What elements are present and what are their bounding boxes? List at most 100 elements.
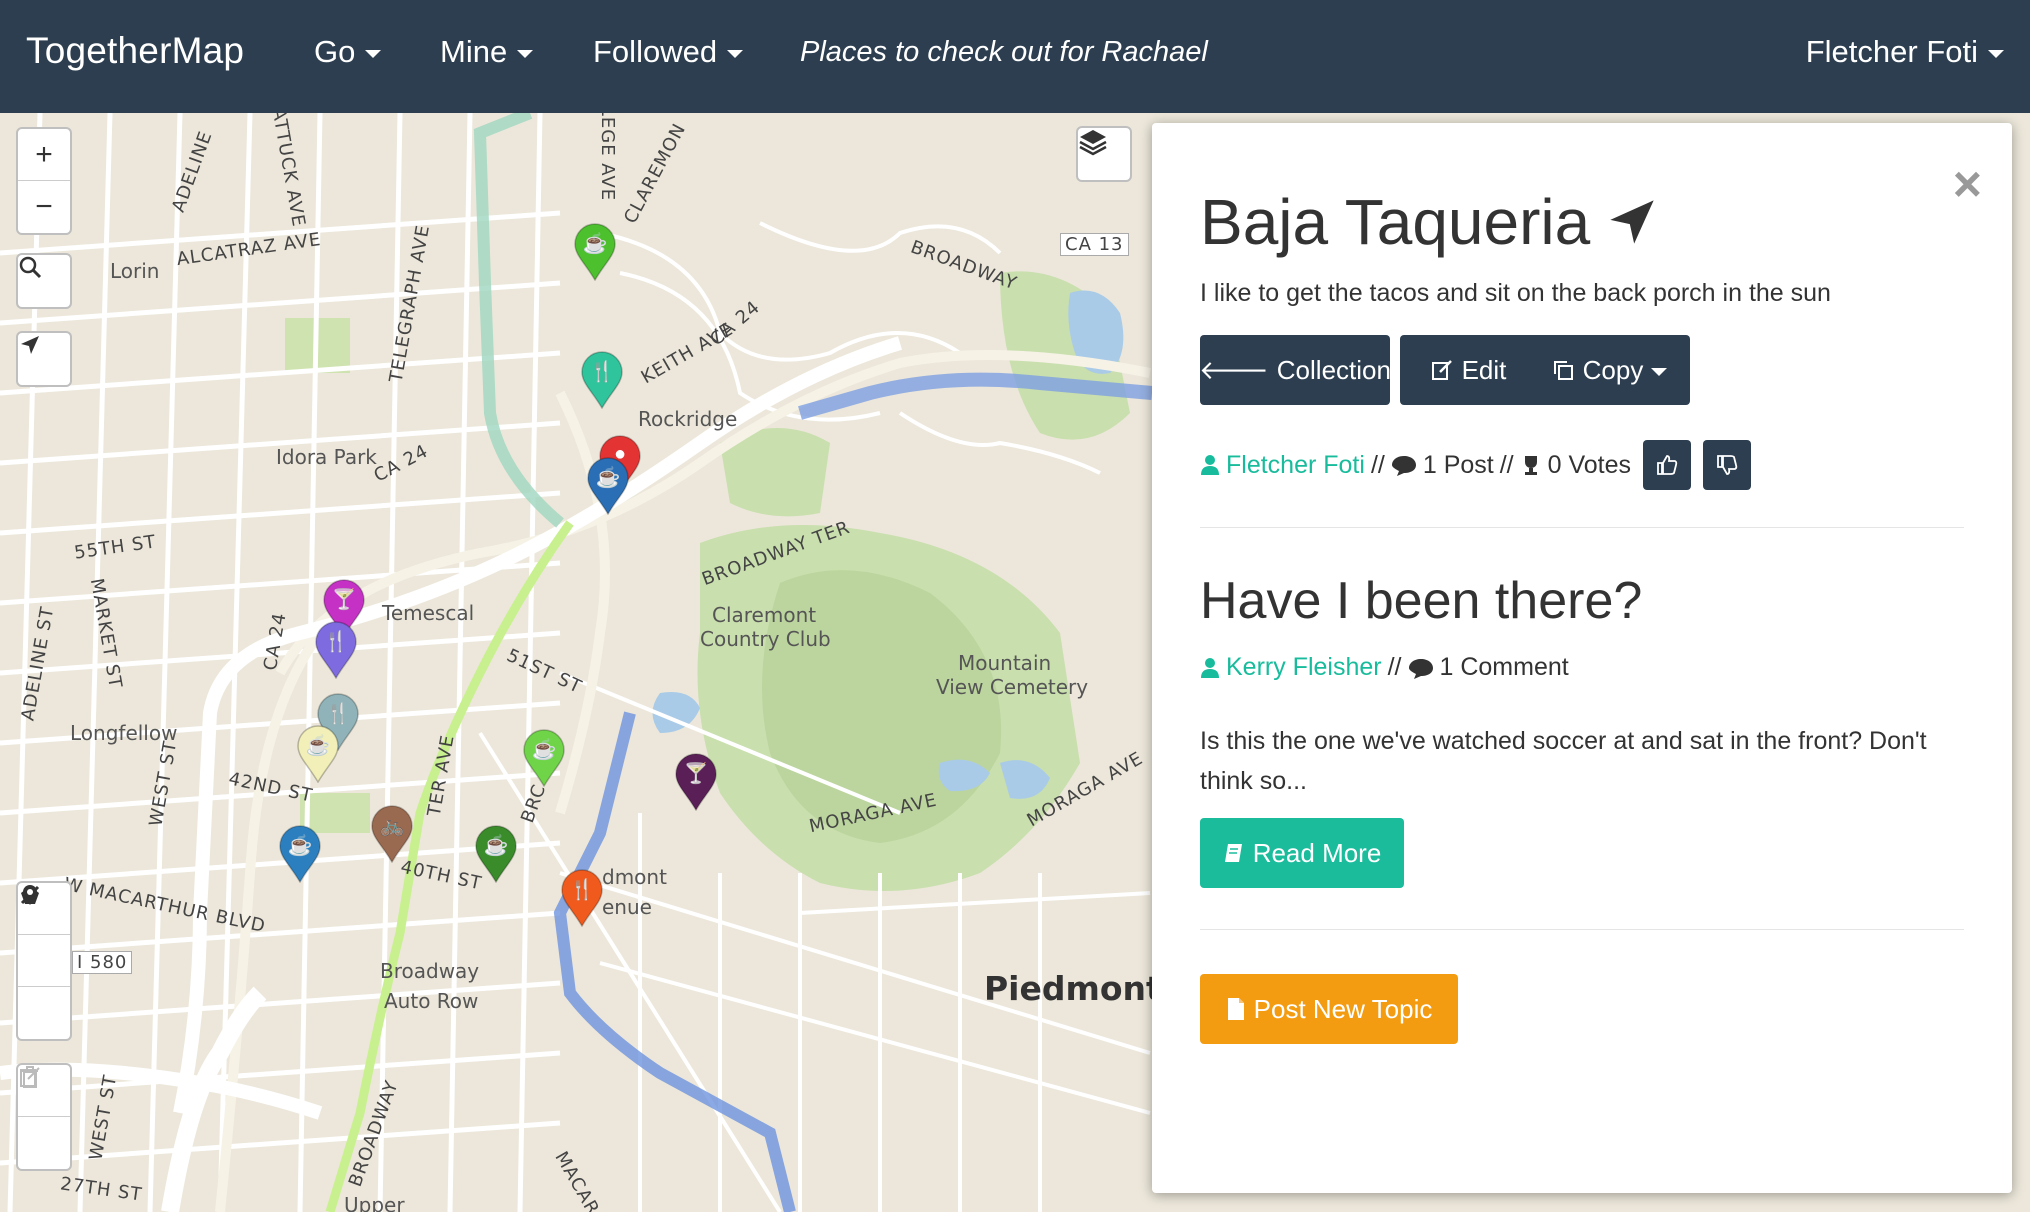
votes-count: 0 Votes: [1547, 450, 1632, 479]
search-button[interactable]: [18, 255, 70, 307]
current-map-title[interactable]: Places to check out for Rachael: [800, 36, 1208, 69]
map-label: Broadway: [380, 959, 480, 983]
topic-title[interactable]: Have I been there?: [1200, 571, 1642, 631]
top-navbar: TogetherMap Go Mine Followed Places to c…: [0, 0, 2030, 113]
user-name: Fletcher Foti: [1805, 34, 1978, 69]
search-control: [16, 253, 72, 309]
map-marker[interactable]: 🍴: [314, 621, 358, 679]
location-arrow-icon[interactable]: [1606, 196, 1658, 248]
thumbs-up-icon: [1657, 455, 1678, 475]
author-link[interactable]: Fletcher Foti: [1226, 451, 1365, 480]
zoom-out-button[interactable]: −: [18, 181, 70, 233]
topic-author-link[interactable]: Kerry Fleisher: [1226, 653, 1382, 682]
nav-mine-menu[interactable]: Mine: [440, 34, 534, 70]
topic-meta: Kerry Fleisher // 1 Comment: [1200, 653, 1569, 682]
delete-layers-button[interactable]: [18, 1066, 70, 1169]
copy-label: Copy: [1582, 354, 1644, 385]
place-description: I like to get the tacos and sit on the b…: [1200, 279, 1831, 307]
map-label: Country Club: [700, 627, 831, 651]
upvote-button[interactable]: [1643, 440, 1692, 490]
nav-followed-label: Followed: [593, 34, 718, 69]
close-panel-button[interactable]: ×: [1953, 159, 1982, 209]
layers-icon: [1079, 130, 1107, 156]
nav-go-menu[interactable]: Go: [314, 34, 382, 70]
map-label: Lorin: [110, 259, 160, 283]
cocktail-icon: 🍸: [331, 589, 357, 611]
bicycle-icon: 🚲: [379, 815, 405, 837]
map-marker[interactable]: ☕: [586, 457, 630, 515]
brand-logo[interactable]: TogetherMap: [26, 30, 244, 72]
nav-followed-menu[interactable]: Followed: [593, 34, 744, 70]
map-label: Auto Row: [384, 989, 479, 1013]
coffee-icon: ☕: [531, 739, 557, 761]
draw-marker-button[interactable]: [18, 885, 70, 1039]
zoom-control: + −: [16, 127, 72, 235]
file-icon: [1227, 998, 1244, 1020]
map-marker[interactable]: 🍴: [580, 351, 624, 409]
draw-toolbar: [16, 881, 72, 1041]
trophy-icon: [1524, 456, 1537, 475]
map-label: Mountain: [958, 651, 1052, 675]
downvote-button[interactable]: [1703, 440, 1752, 490]
copy-dropdown-button[interactable]: Copy: [1528, 335, 1690, 405]
map-label: Idora Park: [276, 445, 377, 469]
map-label: CA 13: [1060, 233, 1129, 256]
place-title-row: Baja Taqueria: [1200, 185, 1658, 259]
fork-knife-icon: 🍴: [323, 631, 349, 653]
nav-go-label: Go: [314, 34, 356, 69]
layers-button[interactable]: [1076, 126, 1132, 182]
divider: [1200, 929, 1964, 930]
edit-icon: [1431, 360, 1452, 380]
zoom-in-button[interactable]: +: [18, 129, 70, 181]
divider: [1200, 527, 1964, 528]
map-label: I 580: [72, 951, 133, 974]
map-marker[interactable]: 🍸: [674, 753, 718, 811]
map-label: LEGE AVE: [597, 113, 619, 202]
caret-down-icon: [1988, 50, 2004, 58]
trash-icon: [22, 1066, 38, 1088]
edit-label: Edit: [1461, 354, 1507, 385]
coffee-icon: ☕: [287, 835, 313, 857]
separator: //: [1370, 450, 1385, 479]
book-icon: [1224, 844, 1242, 862]
post-new-topic-button[interactable]: Post New Topic: [1200, 974, 1458, 1044]
place-meta: Fletcher Foti // 1 Post // 0 Votes: [1200, 440, 1752, 490]
read-more-button[interactable]: Read More: [1200, 818, 1404, 888]
marker-icon: [23, 885, 37, 905]
map-marker[interactable]: ☕: [522, 729, 566, 787]
map-label: Temescal: [382, 601, 475, 625]
coffee-icon: ☕: [582, 233, 608, 255]
draw-polygon-button[interactable]: [18, 886, 70, 987]
map-label: Rockridge: [638, 407, 738, 431]
map-label: Upper: [344, 1193, 405, 1212]
map-label: Claremont: [712, 603, 817, 627]
fork-knife-icon: 🍴: [589, 361, 615, 383]
map-marker[interactable]: ☕: [474, 825, 518, 883]
coffee-icon: ☕: [483, 835, 509, 857]
collection-label: Collection: [1276, 354, 1391, 385]
post-new-topic-label: Post New Topic: [1253, 993, 1433, 1024]
cocktail-icon: 🍸: [683, 763, 709, 785]
user-menu[interactable]: Fletcher Foti: [1806, 34, 2004, 70]
map-marker[interactable]: 🚲: [370, 805, 414, 863]
coffee-icon: ☕: [595, 467, 621, 489]
map-marker[interactable]: ☕: [573, 223, 617, 281]
map-label: dmont: [602, 865, 667, 889]
topic-body: Is this the one we've watched soccer at …: [1200, 727, 1927, 795]
back-to-collection-button[interactable]: 🡐 Collection: [1199, 335, 1391, 405]
place-title: Baja Taqueria: [1200, 186, 1591, 258]
arrow-left-icon: 🡐: [1199, 354, 1269, 385]
thumbs-down-icon: [1717, 455, 1738, 475]
map-marker[interactable]: ☕: [278, 825, 322, 883]
map-label: View Cemetery: [936, 675, 1089, 699]
map-marker-selected[interactable]: 🍴: [560, 869, 604, 927]
locate-button[interactable]: [18, 333, 70, 385]
edit-button[interactable]: Edit: [1400, 335, 1536, 405]
fork-knife-icon: 🍴: [325, 703, 351, 725]
location-arrow-icon: [21, 336, 39, 354]
caret-down-icon: [365, 50, 382, 58]
locate-control: [16, 331, 72, 387]
map-marker[interactable]: ☕: [296, 725, 340, 783]
caret-down-icon: [517, 50, 534, 58]
caret-down-icon: [727, 50, 744, 58]
